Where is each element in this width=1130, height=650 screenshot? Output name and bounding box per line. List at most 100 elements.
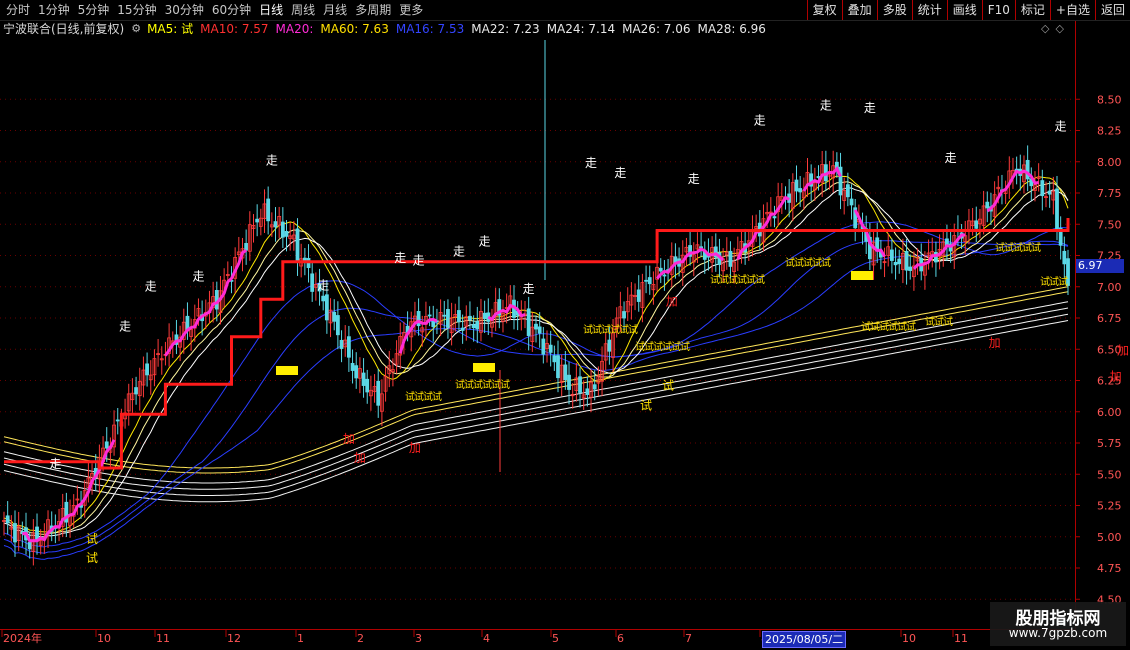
- marker-zou-1: 走: [119, 320, 131, 334]
- marker-jia-6: 加: [1110, 370, 1122, 384]
- y-tick-label-2: 8.00: [1097, 156, 1122, 169]
- candle-body-39: [145, 363, 149, 376]
- marker-shi-2: 试: [640, 397, 652, 412]
- y-tick-label-14: 5.00: [1097, 531, 1122, 544]
- stock-title[interactable]: 宁波联合(日线,前复权): [0, 20, 131, 38]
- tab-period-1[interactable]: 1分钟: [34, 0, 74, 20]
- diamond-outline-icon[interactable]: ◇: [1055, 22, 1063, 35]
- x-tick-label-5: 2: [357, 632, 364, 645]
- toolbar-button-4[interactable]: 画线: [946, 0, 982, 20]
- candle-body-120: [442, 314, 447, 317]
- x-tick-label-8: 5: [552, 632, 559, 645]
- toolbar-button-7[interactable]: +自选: [1049, 0, 1095, 20]
- ma26-label: MA26: 7.06: [622, 22, 691, 36]
- candle-body-147: [541, 338, 546, 355]
- watermark: 股朋指标网 www.7gpzb.com: [990, 602, 1126, 646]
- watermark-url: www.7gpzb.com: [1008, 626, 1108, 640]
- candle-body-1: [5, 515, 10, 524]
- candle-body-143: [526, 308, 531, 336]
- candle-body-80: [295, 228, 300, 262]
- y-tick-label-10: 6.00: [1097, 406, 1122, 419]
- candle-body-246: [904, 250, 909, 271]
- x-tick-label-6: 3: [415, 632, 422, 645]
- candle-body-131: [482, 312, 487, 319]
- candle-body-98: [361, 372, 366, 386]
- tab-period-3[interactable]: 15分钟: [113, 0, 160, 20]
- tab-period-5[interactable]: 60分钟: [208, 0, 255, 20]
- candle-body-289: [1062, 250, 1067, 265]
- toolbar: 分时 1分钟 5分钟 15分钟 30分钟 60分钟 日线 周线 月线 多周期 更多 复权 叠加 多股 统计…: [0, 0, 1130, 21]
- toolbar-button-1[interactable]: 叠加: [841, 0, 877, 20]
- candle-body-124: [457, 310, 461, 323]
- marker-zou-9: 走: [479, 235, 491, 249]
- toolbar-button-2[interactable]: 多股: [876, 0, 912, 20]
- candle-body-99: [365, 378, 370, 393]
- marker-jia-2: 加: [409, 441, 421, 455]
- marker-jia-1: 加: [354, 451, 366, 465]
- marker-zou-2: 走: [145, 280, 157, 294]
- tab-period-2[interactable]: 5分钟: [74, 0, 114, 20]
- marker-zou-5: 走: [317, 278, 329, 292]
- y-tick-label-1: 8.25: [1097, 125, 1122, 138]
- marker-shi-cluster-9-2: 试: [1058, 275, 1068, 288]
- candle-body-69: [255, 218, 260, 223]
- toolbar-button-3[interactable]: 统计: [911, 0, 947, 20]
- candle-body-151: [556, 355, 560, 379]
- candle-body-92: [339, 339, 344, 349]
- tab-period-0[interactable]: 分时: [2, 0, 34, 20]
- candle-body-173: [636, 289, 641, 302]
- candle-body-198: [728, 250, 733, 267]
- candle-body-247: [908, 266, 913, 271]
- marker-zou-13: 走: [688, 172, 700, 186]
- tab-period-9[interactable]: 多周期: [351, 0, 395, 20]
- candle-body-244: [897, 258, 902, 265]
- candle-body-116: [427, 314, 432, 317]
- tab-period-10[interactable]: 更多: [395, 0, 427, 20]
- x-tick-label-9: 6: [617, 632, 624, 645]
- marker-shi-cluster-7-2: 试: [943, 315, 953, 328]
- marker-shi-cluster-8-4: 试: [1031, 241, 1041, 254]
- candle-body-66: [244, 243, 249, 251]
- yellow-block-0: [276, 366, 298, 375]
- marker-shi-cluster-1-5: 试: [500, 378, 510, 391]
- candle-body-165: [607, 339, 612, 352]
- tab-period-4[interactable]: 30分钟: [161, 0, 208, 20]
- candle-body-161: [592, 384, 597, 390]
- tab-period-8[interactable]: 月线: [319, 0, 351, 20]
- ma-white-0: [3, 187, 1069, 538]
- candle-body-287: [1055, 188, 1059, 232]
- candle-body-36: [134, 387, 138, 395]
- marker-shi-cluster-3-5: 试: [680, 340, 690, 353]
- marker-shi-cluster-4-5: 试: [755, 273, 765, 286]
- yellow-block-1: [473, 363, 495, 372]
- candle-body-74: [273, 221, 278, 228]
- toolbar-button-8[interactable]: 返回: [1094, 0, 1130, 20]
- y-tick-label-3: 7.75: [1097, 187, 1122, 200]
- candle-body-242: [889, 249, 894, 261]
- candle-body-91: [335, 315, 340, 336]
- candle-body-121: [446, 309, 450, 328]
- toolbar-button-6[interactable]: 标记: [1014, 0, 1050, 20]
- y-tick-label-15: 4.75: [1097, 562, 1122, 575]
- tab-period-6[interactable]: 日线: [255, 0, 287, 20]
- price-chart[interactable]: 8.508.258.007.757.507.257.006.756.506.25…: [0, 0, 1130, 650]
- candle-body-154: [567, 374, 571, 390]
- candle-body-285: [1047, 190, 1052, 195]
- marker-zou-11: 走: [585, 156, 597, 170]
- marker-zou-15: 走: [820, 98, 832, 112]
- ma24-label: MA24: 7.14: [546, 22, 616, 36]
- marker-shi-0: 试: [86, 531, 98, 546]
- diamond-icon[interactable]: ◇: [1041, 22, 1049, 35]
- indicator-bar: 宁波联合(日线,前复权) ⚙ MA5: 试 MA10: 7.57 MA20: M…: [0, 20, 773, 38]
- candle-body-72: [266, 198, 271, 222]
- y-tick-label-6: 7.00: [1097, 281, 1122, 294]
- yellow-block-2: [851, 271, 873, 280]
- tab-period-7[interactable]: 周线: [287, 0, 319, 20]
- last-price-tag: 6.97: [1076, 259, 1124, 273]
- toolbar-button-0[interactable]: 复权: [806, 0, 842, 20]
- marker-zou-14: 走: [754, 113, 766, 127]
- settings-icon[interactable]: ⚙: [131, 20, 147, 38]
- toolbar-button-5[interactable]: F10: [981, 0, 1015, 20]
- y-tick-label-12: 5.50: [1097, 468, 1122, 481]
- candle-body-7: [27, 541, 32, 550]
